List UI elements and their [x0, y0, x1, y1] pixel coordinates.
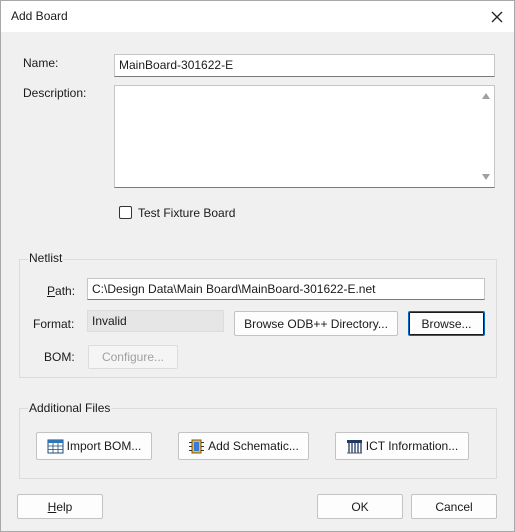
- path-label: Path:: [47, 284, 75, 298]
- table-icon: [47, 439, 64, 453]
- format-label: Format:: [33, 317, 75, 331]
- path-input[interactable]: C:\Design Data\Main Board\MainBoard-3016…: [87, 278, 485, 300]
- description-scrollbar[interactable]: [478, 86, 494, 187]
- bom-label: BOM:: [44, 350, 75, 364]
- netlist-group-title: Netlist: [28, 251, 64, 265]
- cancel-button[interactable]: Cancel: [411, 494, 497, 519]
- scroll-down-arrow-icon[interactable]: [482, 174, 490, 180]
- scroll-up-arrow-icon[interactable]: [482, 93, 490, 99]
- add-schematic-button[interactable]: Add Schematic...: [178, 432, 309, 460]
- ict-fixture-icon: [346, 439, 362, 453]
- additional-files-group-title: Additional Files: [28, 401, 112, 415]
- close-button[interactable]: [480, 1, 514, 32]
- dialog-title: Add Board: [11, 9, 68, 23]
- path-label-rest: ath:: [55, 284, 76, 298]
- help-label-mnemonic: H: [47, 499, 57, 514]
- chip-icon: [189, 439, 205, 453]
- test-fixture-label: Test Fixture Board: [138, 206, 236, 220]
- add-board-dialog: Add Board Name: MainBoard-301622-E Descr…: [0, 0, 515, 532]
- configure-button[interactable]: Configure...: [88, 345, 178, 369]
- help-label-rest: elp: [56, 499, 73, 514]
- path-label-mnemonic: P: [47, 284, 56, 298]
- add-schematic-label: Add Schematic...: [208, 439, 299, 453]
- import-bom-button[interactable]: Import BOM...: [36, 432, 152, 460]
- description-label: Description:: [23, 86, 87, 100]
- ict-information-label: ICT Information...: [365, 439, 459, 453]
- name-input[interactable]: MainBoard-301622-E: [114, 54, 495, 77]
- name-label: Name:: [23, 56, 59, 70]
- ict-information-button[interactable]: ICT Information...: [335, 432, 469, 460]
- browse-odb-directory-button[interactable]: Browse ODB++ Directory...: [234, 311, 398, 336]
- description-textarea[interactable]: [114, 85, 495, 188]
- format-value: Invalid: [87, 310, 224, 332]
- close-icon: [491, 11, 503, 22]
- import-bom-label: Import BOM...: [66, 439, 142, 453]
- test-fixture-checkbox[interactable]: [119, 206, 132, 219]
- title-bar: Add Board: [1, 1, 514, 32]
- browse-button[interactable]: Browse...: [408, 311, 485, 336]
- help-button[interactable]: Help: [17, 494, 103, 519]
- ok-button[interactable]: OK: [317, 494, 403, 519]
